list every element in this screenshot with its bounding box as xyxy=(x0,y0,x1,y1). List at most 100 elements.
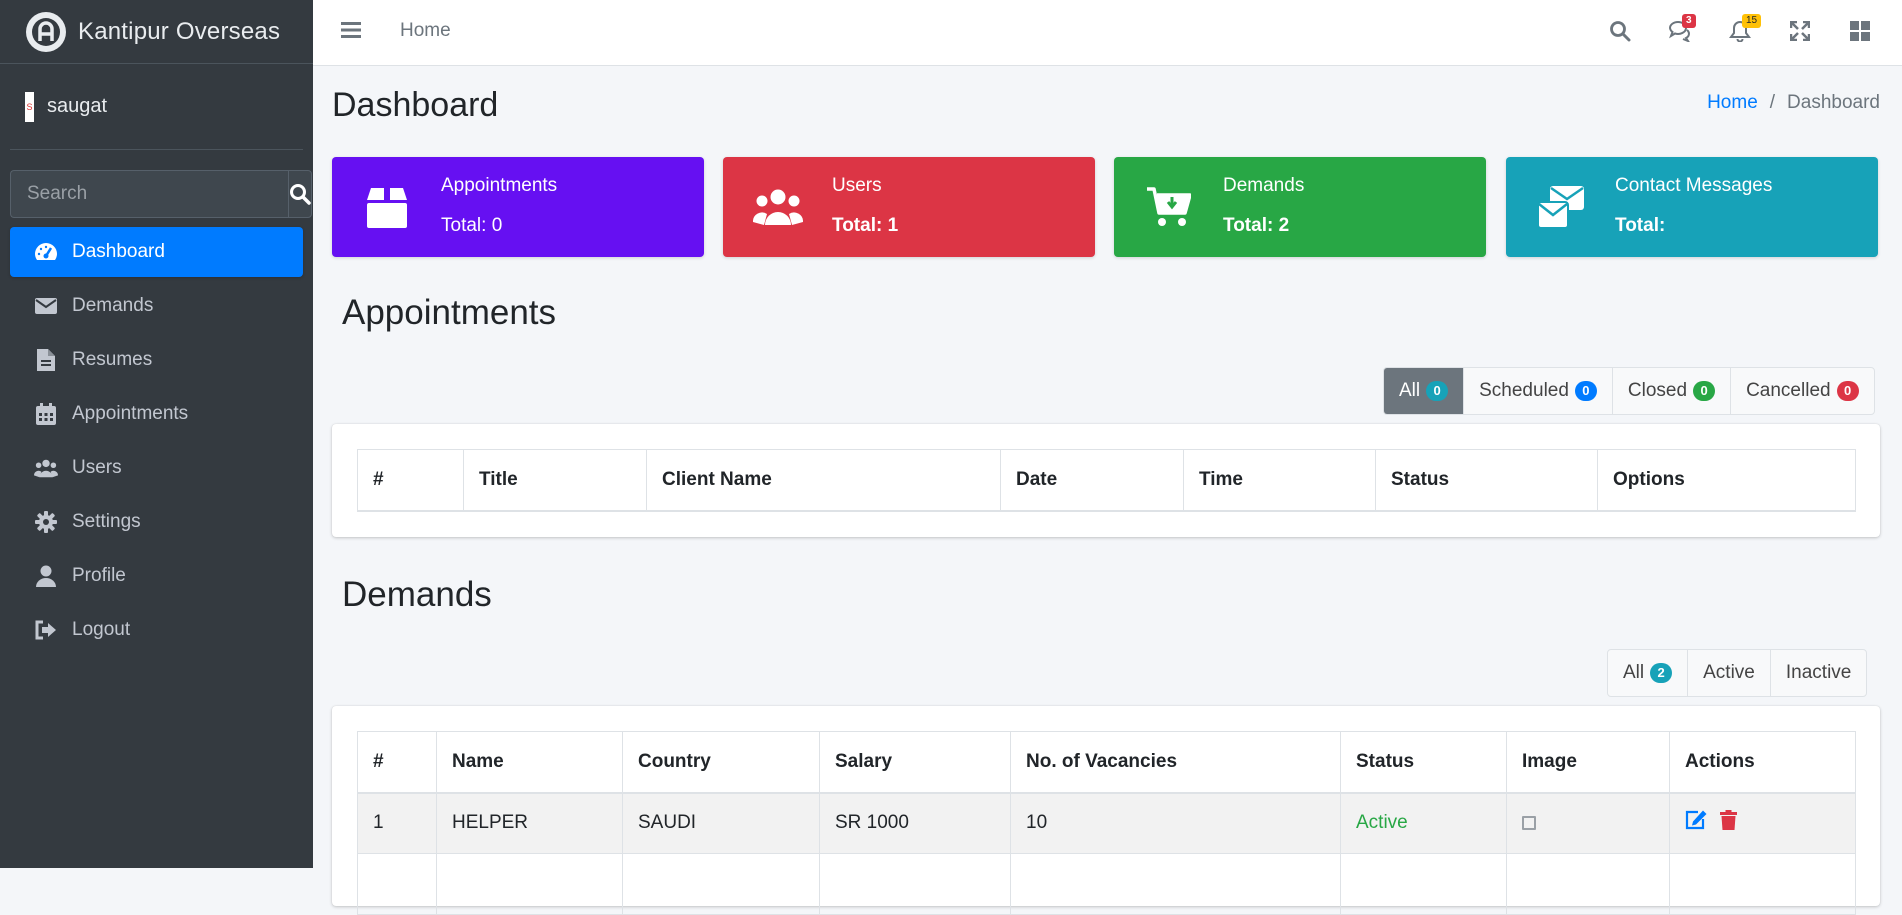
info-box-label: Appointments xyxy=(441,175,558,196)
info-box-demands[interactable]: Demands Total: 2 xyxy=(1114,157,1486,257)
users-icon xyxy=(34,456,58,480)
messages-icon[interactable]: 3 xyxy=(1667,14,1696,44)
nav-home-link[interactable]: Home xyxy=(400,20,451,42)
appointments-table: # Title Client Name Date Time Status Opt… xyxy=(357,449,1856,512)
column-header[interactable]: Date xyxy=(1000,449,1184,512)
filter-label: Cancelled xyxy=(1746,380,1831,401)
sidebar-item-label: Settings xyxy=(72,511,141,532)
sidebar-search xyxy=(10,170,312,218)
sidebar-nav: Dashboard Demands Resumes Appointments U… xyxy=(10,227,303,659)
column-header[interactable]: Salary xyxy=(819,731,1011,794)
tachometer-icon xyxy=(34,240,58,264)
filter-scheduled-button[interactable]: Scheduled 0 xyxy=(1464,368,1613,414)
info-box-value: Total: xyxy=(1615,215,1666,236)
user-icon xyxy=(34,564,58,588)
envelope-icon xyxy=(34,294,58,318)
info-box-contact-messages[interactable]: Contact Messages Total: xyxy=(1506,157,1878,257)
column-header[interactable]: # xyxy=(357,731,437,794)
filter-count-badge: 0 xyxy=(1426,381,1449,401)
sidebar-item-label: Profile xyxy=(72,565,126,586)
sidebar-item-label: Logout xyxy=(72,619,131,640)
breadcrumb: Home / Dashboard xyxy=(1707,92,1880,114)
column-header[interactable]: Status xyxy=(1375,449,1598,512)
demand-vacancies: 10 xyxy=(1010,792,1341,854)
info-box-appointments[interactable]: Appointments Total: 0 xyxy=(332,157,704,257)
info-box-users[interactable]: Users Total: 1 xyxy=(723,157,1095,257)
brand-name: Kantipur Overseas xyxy=(78,17,281,45)
filter-all-button[interactable]: All 2 xyxy=(1608,650,1689,696)
filter-count-badge: 0 xyxy=(1836,381,1859,401)
info-box-value: Total: 0 xyxy=(441,215,503,236)
column-header[interactable]: Name xyxy=(436,731,623,794)
table-header-row: # Name Country Salary No. of Vacancies S… xyxy=(357,731,1856,794)
filter-cancelled-button[interactable]: Cancelled 0 xyxy=(1731,368,1874,414)
avatar: S xyxy=(25,91,34,122)
column-header[interactable]: Country xyxy=(622,731,820,794)
demand-image-cell xyxy=(1506,792,1670,854)
top-navbar: Home 3 15 xyxy=(313,0,1902,66)
demand-country: SAUDI xyxy=(622,792,820,854)
filter-active-button[interactable]: Active xyxy=(1688,650,1771,696)
column-header[interactable]: Image xyxy=(1506,731,1670,794)
edit-icon[interactable] xyxy=(1685,810,1707,836)
column-header[interactable]: Title xyxy=(463,449,647,512)
sidebar-item-settings[interactable]: Settings xyxy=(10,497,303,547)
column-header[interactable]: Options xyxy=(1597,449,1856,512)
search-input[interactable] xyxy=(10,170,288,218)
brand-link[interactable]: Kantipur Overseas xyxy=(0,0,313,64)
info-box-label: Contact Messages xyxy=(1615,175,1773,196)
column-header[interactable]: # xyxy=(357,449,464,512)
users-icon xyxy=(753,183,803,231)
menu-toggle-icon[interactable] xyxy=(341,20,361,45)
filter-inactive-button[interactable]: Inactive xyxy=(1771,650,1866,696)
info-box-label: Users xyxy=(832,175,882,196)
gear-icon xyxy=(34,510,58,534)
column-header[interactable]: Client Name xyxy=(646,449,1001,512)
sidebar-item-appointments[interactable]: Appointments xyxy=(10,389,303,439)
filter-all-button[interactable]: All 0 xyxy=(1384,368,1465,414)
calendar-icon xyxy=(34,402,58,426)
column-header[interactable]: Actions xyxy=(1669,731,1856,794)
brand-logo-icon xyxy=(26,11,66,52)
filter-closed-button[interactable]: Closed 0 xyxy=(1613,368,1732,414)
status-badge: Active xyxy=(1340,792,1507,854)
sidebar-item-users[interactable]: Users xyxy=(10,443,303,493)
info-box-value: Total: 1 xyxy=(832,215,899,236)
column-header[interactable]: Status xyxy=(1340,731,1507,794)
demands-card: # Name Country Salary No. of Vacancies S… xyxy=(332,706,1880,915)
demands-title: Demands xyxy=(342,575,492,614)
breadcrumb-home-link[interactable]: Home xyxy=(1707,92,1758,113)
sidebar-item-resumes[interactable]: Resumes xyxy=(10,335,303,385)
search-button[interactable] xyxy=(288,170,312,218)
table-row xyxy=(357,853,1856,915)
filter-label: All xyxy=(1399,380,1421,401)
box-icon xyxy=(362,183,412,231)
appointments-card: # Title Client Name Date Time Status Opt… xyxy=(332,424,1880,537)
grid-icon[interactable] xyxy=(1847,18,1873,44)
broken-image-icon xyxy=(1522,816,1536,831)
delete-icon[interactable] xyxy=(1720,810,1738,836)
filter-label: All xyxy=(1623,662,1645,683)
demands-filter-group: All 2 Active Inactive xyxy=(1607,649,1868,697)
filter-label: Closed xyxy=(1627,380,1688,401)
filter-count-badge: 2 xyxy=(1650,663,1673,683)
sidebar-item-dashboard[interactable]: Dashboard xyxy=(10,227,303,277)
user-name[interactable]: saugat xyxy=(47,95,107,118)
column-header[interactable]: No. of Vacancies xyxy=(1010,731,1341,794)
filter-label: Active xyxy=(1703,662,1755,683)
notifications-icon[interactable]: 15 xyxy=(1727,14,1762,44)
fullscreen-icon[interactable] xyxy=(1787,18,1813,44)
appointments-title: Appointments xyxy=(342,293,557,332)
user-panel[interactable]: S saugat xyxy=(10,64,303,150)
column-header[interactable]: Time xyxy=(1183,449,1376,512)
table-row: 1 HELPER SAUDI SR 1000 10 Active xyxy=(357,792,1856,854)
sidebar-item-label: Appointments xyxy=(72,403,189,424)
sign-out-icon xyxy=(34,618,58,642)
sidebar-item-label: Resumes xyxy=(72,349,153,370)
filter-label: Scheduled xyxy=(1479,380,1569,401)
sidebar-item-logout[interactable]: Logout xyxy=(10,605,303,655)
sidebar-item-profile[interactable]: Profile xyxy=(10,551,303,601)
search-icon xyxy=(290,184,311,205)
navbar-search-icon[interactable] xyxy=(1607,18,1633,44)
sidebar-item-demands[interactable]: Demands xyxy=(10,281,303,331)
